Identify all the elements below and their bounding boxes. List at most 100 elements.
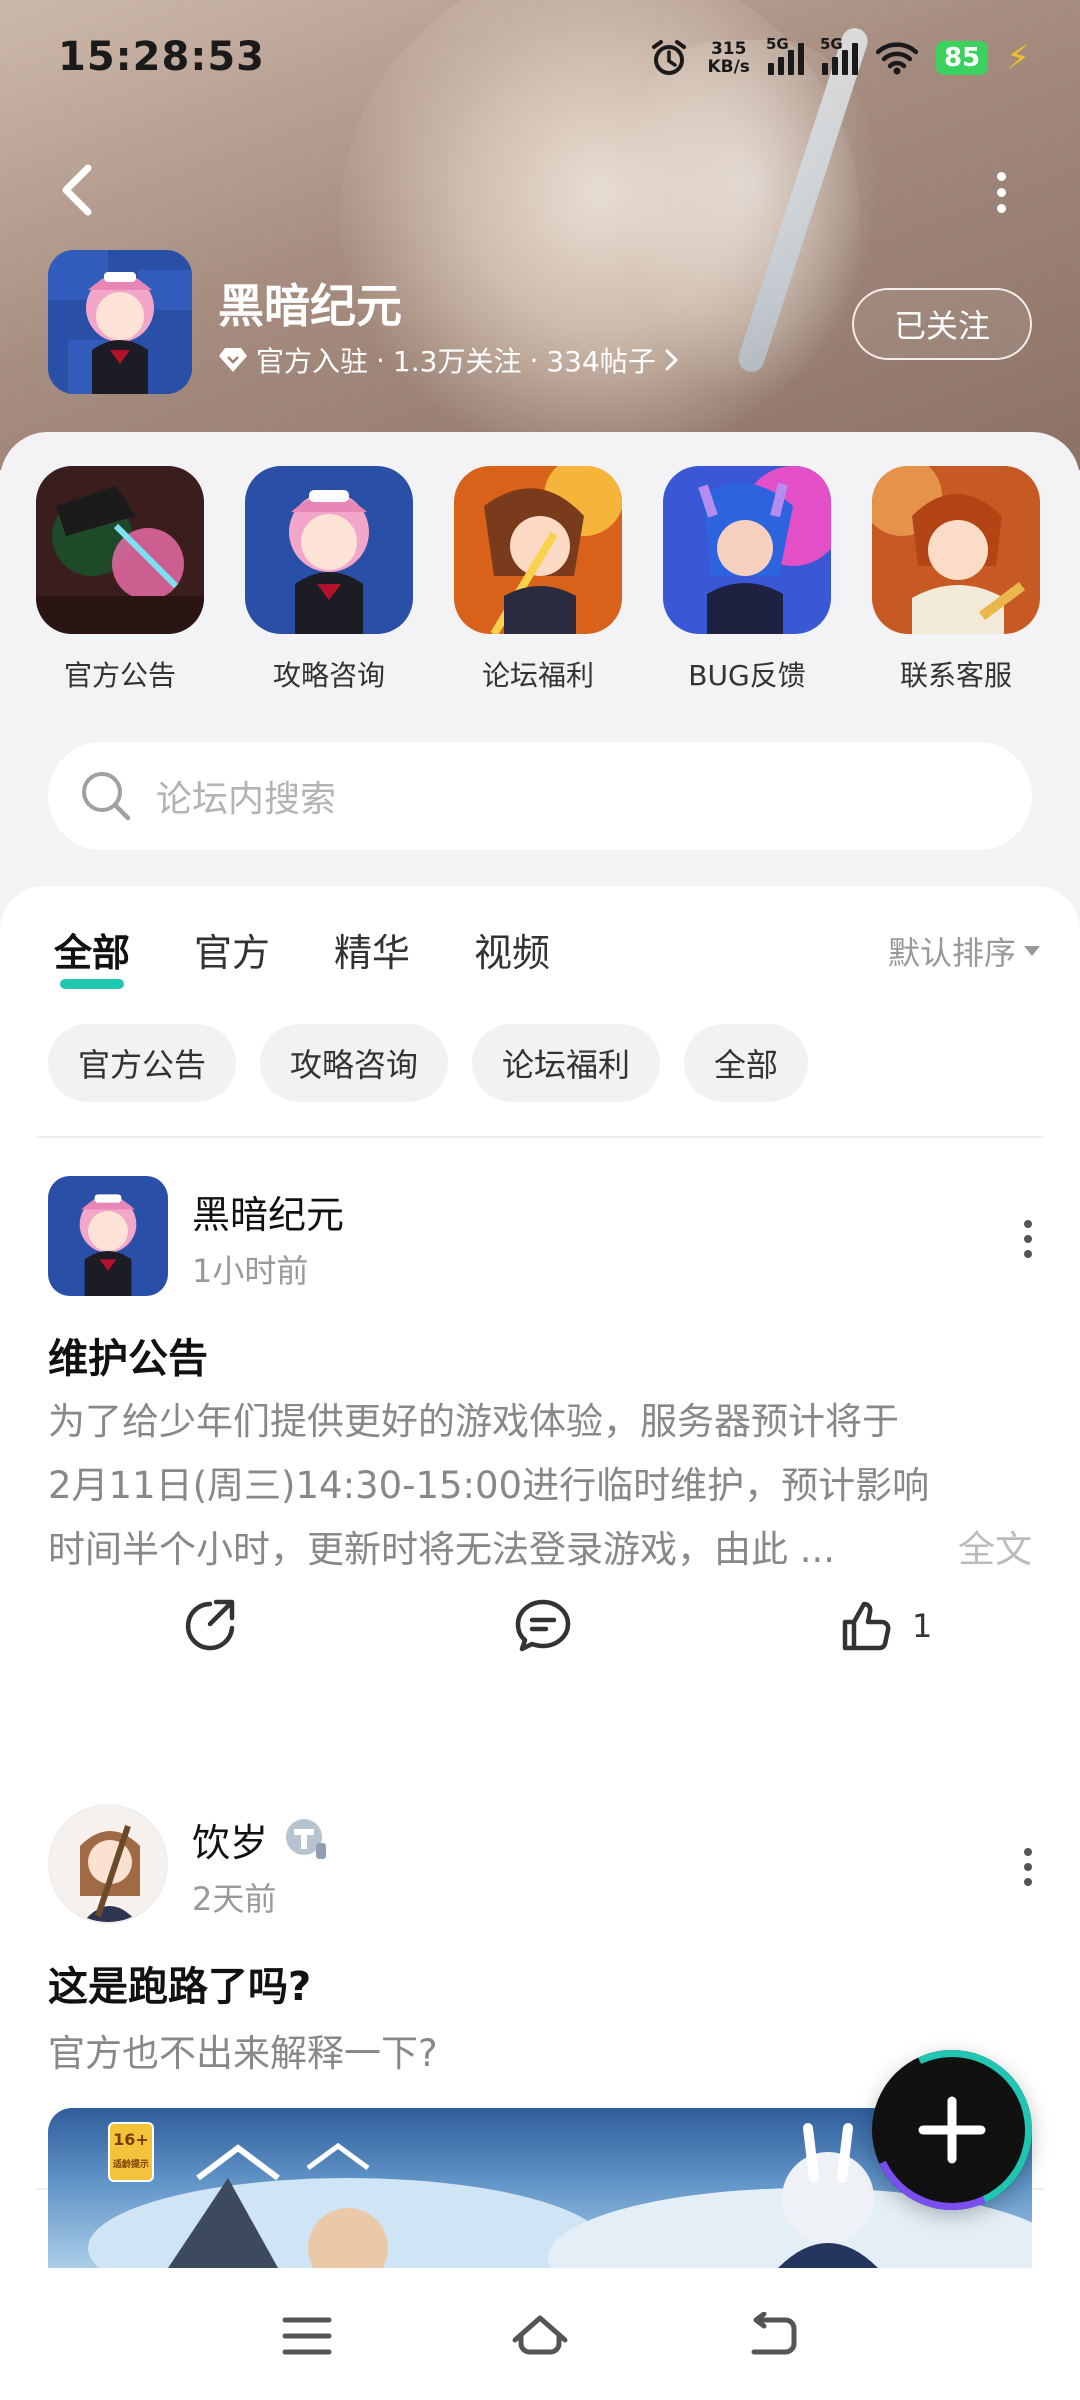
recents-button[interactable] [262, 2291, 352, 2381]
tab-official[interactable]: 官方 [194, 922, 270, 989]
official-notice-icon [36, 466, 204, 634]
post-actions: 1 [0, 1596, 1080, 1676]
share-icon [185, 1599, 235, 1651]
post-author-name: 饮岁 [192, 1821, 269, 1865]
quick-link-label: BUG反馈 [688, 659, 806, 692]
separator: · [376, 343, 385, 377]
age-note: 适龄提示 [112, 2160, 149, 2170]
posts-count: 334帖子 [546, 345, 656, 378]
quick-link-customer-service[interactable]: 联系客服 [872, 466, 1040, 694]
guides-icon [245, 466, 413, 634]
like-button[interactable]: 1 [836, 1596, 932, 1656]
post-body[interactable]: 为了给少年们提供更好的游戏体验，服务器预计将于 2月11日(周三)14:30-1… [48, 1390, 1032, 1582]
post-title[interactable]: 这是跑路了吗? [48, 1954, 311, 2012]
tab-all[interactable]: 全部 [54, 922, 130, 989]
sort-dropdown[interactable]: 默认排序 [888, 928, 1040, 974]
follow-button[interactable]: 已关注 [852, 288, 1032, 360]
post-more-button[interactable] [1024, 1848, 1032, 1886]
quick-link-label: 论坛福利 [481, 659, 594, 692]
chip-official-notice[interactable]: 官方公告 [48, 1024, 237, 1102]
search-bar[interactable]: 论坛内搜索 [48, 742, 1032, 850]
back-button[interactable] [52, 160, 108, 220]
post-author[interactable]: 饮岁 [192, 1812, 330, 1867]
feed-tabs: 全部 官方 精华 视频 [54, 922, 550, 989]
search-input[interactable]: 论坛内搜索 [156, 770, 336, 822]
status-bar: 15:28:53 315 KB/s 5G 5G 85 ⚡ [0, 0, 1080, 120]
followers-count: 1.3万关注 [392, 345, 522, 378]
header-banner: 15:28:53 315 KB/s 5G 5G 85 ⚡ 黑暗纪元 官方入驻 ·… [0, 0, 1080, 470]
signal-icon: 5G [820, 35, 858, 75]
avatar[interactable] [48, 1176, 168, 1296]
customer-service-icon [872, 466, 1040, 634]
quick-link-official-notice[interactable]: 官方公告 [36, 466, 204, 694]
chevron-left-icon [62, 164, 92, 216]
post-body-line: 2月11日(周三)14:30-15:00进行临时维护，预计影响 [48, 1464, 930, 1507]
post-author[interactable]: 黑暗纪元 [192, 1184, 344, 1239]
post-body-last-row: 时间半个小时，更新时将无法登录游戏，由此 ... 全文 [48, 1518, 1032, 1582]
quick-link-bug-report[interactable]: BUG反馈 [663, 466, 831, 694]
avatar[interactable] [48, 1804, 168, 1924]
chip-guides[interactable]: 攻略咨询 [260, 1024, 449, 1102]
net-speed: 315 KB/s [707, 40, 749, 76]
like-count: 1 [912, 1607, 933, 1645]
menu-icon [282, 2317, 332, 2355]
home-icon [512, 2315, 568, 2355]
caret-down-icon [1024, 946, 1040, 956]
sim2-label: 5G [819, 35, 843, 53]
age-rating-badge: 16+ 适龄提示 [108, 2122, 154, 2182]
post-card[interactable]: 黑暗纪元 1小时前 维护公告 为了给少年们提供更好的游戏体验，服务器预计将于 2… [0, 1176, 1080, 1766]
chevron-right-icon [665, 349, 678, 371]
quick-link-label: 联系客服 [899, 659, 1012, 692]
wifi-icon [875, 41, 918, 75]
system-nav-bar [0, 2272, 1080, 2400]
user-badge-icon [286, 1818, 327, 1859]
game-stats[interactable]: 官方入驻 · 1.3万关注 · 334帖子 [218, 340, 680, 380]
sort-label: 默认排序 [887, 934, 1016, 972]
net-speed-unit: KB/s [707, 57, 750, 77]
sim1-label: 5G [765, 35, 789, 53]
verified-label: 官方入驻 [256, 345, 369, 378]
post-body-line: 为了给少年们提供更好的游戏体验，服务器预计将于 [48, 1400, 899, 1443]
new-post-button[interactable] [849, 2027, 1055, 2233]
tab-featured[interactable]: 精华 [334, 922, 410, 989]
category-chips: 官方公告 攻略咨询 论坛福利 全部 [48, 1024, 809, 1102]
post-body[interactable]: 官方也不出来解释一下? [48, 2022, 1032, 2086]
share-button[interactable] [180, 1596, 240, 1656]
charging-icon: ⚡ [1006, 38, 1030, 78]
signal-icon: 5G [766, 35, 804, 75]
tab-video[interactable]: 视频 [474, 922, 550, 989]
separator: · [529, 343, 539, 377]
comment-button[interactable] [512, 1596, 574, 1656]
post-body-line: 时间半个小时，更新时将无法登录游戏，由此 ... [48, 1528, 836, 1571]
comment-icon [515, 1599, 571, 1652]
post-title[interactable]: 维护公告 [48, 1326, 208, 1384]
net-speed-value: 315 [710, 39, 747, 59]
age-rating: 16+ [113, 2130, 149, 2149]
quick-link-guides[interactable]: 攻略咨询 [245, 466, 413, 694]
read-full-link[interactable]: 全文 [958, 1518, 1032, 1582]
alarm-icon [649, 38, 689, 78]
battery-icon: 85 [935, 41, 989, 75]
home-button[interactable] [495, 2291, 585, 2381]
game-title: 黑暗纪元 [218, 279, 402, 333]
status-time: 15:28:53 [58, 34, 265, 80]
more-options-button[interactable] [986, 170, 1016, 214]
quick-link-welfare[interactable]: 论坛福利 [454, 466, 622, 694]
post-time: 2天前 [192, 1880, 277, 1918]
chip-welfare[interactable]: 论坛福利 [472, 1024, 661, 1102]
verified-diamond-icon [219, 348, 247, 372]
post-card[interactable]: 饮岁 2天前 这是跑路了吗? 官方也不出来解释一下? 16+ 适龄提示 [0, 1804, 1080, 2274]
back-icon [751, 2312, 797, 2355]
thumbs-up-icon [842, 1601, 891, 1651]
back-nav-button[interactable] [728, 2291, 818, 2381]
quick-link-label: 官方公告 [63, 659, 176, 692]
quick-links: 官方公告 攻略咨询 论坛福利 BUG反馈 联系客服 [0, 466, 1080, 706]
post-time: 1小时前 [192, 1252, 309, 1290]
bug-report-icon [663, 466, 831, 634]
post-more-button[interactable] [1024, 1220, 1032, 1258]
chip-all[interactable]: 全部 [684, 1024, 809, 1102]
game-icon [48, 250, 192, 394]
quick-link-label: 攻略咨询 [272, 659, 385, 692]
search-icon [82, 772, 131, 821]
status-icons: 315 KB/s 5G 5G 85 ⚡ [649, 30, 1030, 86]
